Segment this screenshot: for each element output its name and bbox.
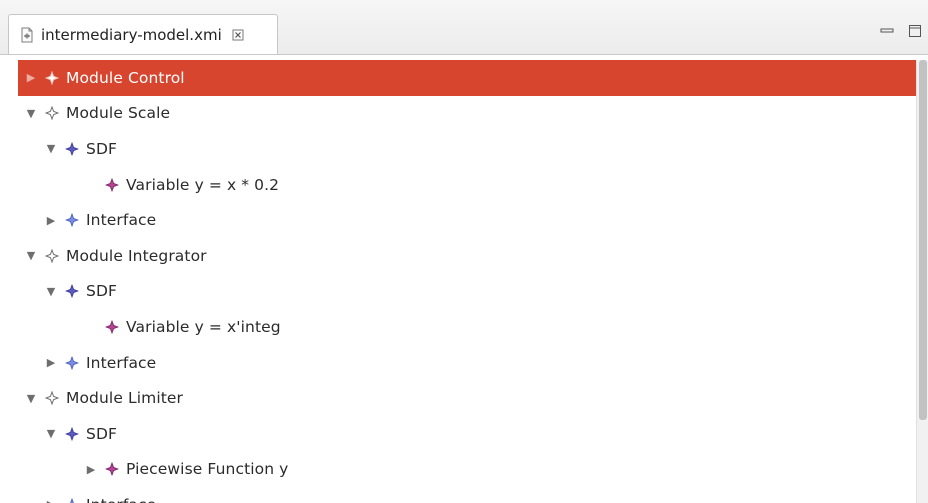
module-icon <box>44 390 60 406</box>
module-icon <box>44 105 60 121</box>
collapsed-arrow-icon[interactable]: ▶ <box>44 356 58 369</box>
sdf-icon <box>64 141 80 157</box>
expanded-arrow-icon[interactable]: ▼ <box>44 427 58 440</box>
tree-row-label: Module Scale <box>66 104 171 123</box>
tree-row-label: SDF <box>86 139 117 158</box>
expanded-arrow-icon[interactable]: ▼ <box>44 285 58 298</box>
tree-row[interactable]: ▶ Interface <box>18 487 916 503</box>
tree-row-label: Module Integrator <box>66 246 207 265</box>
tree-row-label: SDF <box>86 282 117 301</box>
expanded-arrow-icon[interactable]: ▼ <box>24 392 38 405</box>
model-tree[interactable]: ▶Module Control▼Module Scale▼SDF▶Variabl… <box>18 60 916 503</box>
interface-icon <box>64 497 80 503</box>
view-controls <box>880 24 922 38</box>
vertical-scrollbar[interactable] <box>916 60 928 503</box>
collapsed-arrow-icon[interactable]: ▶ <box>84 463 98 476</box>
tab-title: intermediary-model.xmi <box>41 25 222 44</box>
editor-window: intermediary-model.xmi ▶ Module Control … <box>0 0 928 503</box>
tree-row-label: Module Limiter <box>66 389 184 408</box>
tree-row[interactable]: ▶ Module Control <box>18 60 916 96</box>
maximize-icon[interactable] <box>908 24 922 38</box>
module-icon <box>44 248 60 264</box>
tree-row-label: Interface <box>86 353 157 372</box>
tree-row[interactable]: ▶Variable y = x'integ <box>18 309 916 345</box>
tree-row[interactable]: ▼ Module Limiter <box>18 380 916 416</box>
function-icon <box>104 461 120 477</box>
tree-row-label: Interface <box>86 211 157 230</box>
collapsed-arrow-icon[interactable]: ▶ <box>24 71 38 84</box>
tree-row[interactable]: ▶ Interface <box>18 345 916 381</box>
tree-row[interactable]: ▶ Interface <box>18 202 916 238</box>
tree-row[interactable]: ▼ Module Integrator <box>18 238 916 274</box>
interface-icon <box>64 355 80 371</box>
tree-row-label: SDF <box>86 424 117 443</box>
close-icon[interactable] <box>232 29 244 41</box>
variable-icon <box>104 177 120 193</box>
expanded-arrow-icon[interactable]: ▼ <box>24 249 38 262</box>
editor-tab-bar: intermediary-model.xmi <box>0 0 928 55</box>
variable-icon <box>104 319 120 335</box>
tree-row-label: Variable y = x'integ <box>126 317 281 336</box>
tree-row[interactable]: ▼ SDF <box>18 131 916 167</box>
module-icon <box>44 70 60 86</box>
tree-row-label: Variable y = x * 0.2 <box>126 175 280 194</box>
tree-row[interactable]: ▶ Piecewise Function y <box>18 452 916 488</box>
sdf-icon <box>64 283 80 299</box>
collapsed-arrow-icon[interactable]: ▶ <box>44 498 58 503</box>
collapsed-arrow-icon[interactable]: ▶ <box>44 214 58 227</box>
xmi-file-icon <box>19 27 35 43</box>
expanded-arrow-icon[interactable]: ▼ <box>44 142 58 155</box>
tree-row-label: Piecewise Function y <box>126 460 289 479</box>
tree-row-label: Module Control <box>66 68 185 87</box>
scrollbar-thumb[interactable] <box>919 60 927 420</box>
sdf-icon <box>64 426 80 442</box>
editor-tab[interactable]: intermediary-model.xmi <box>8 14 278 54</box>
tree-row[interactable]: ▼ SDF <box>18 416 916 452</box>
expanded-arrow-icon[interactable]: ▼ <box>24 107 38 120</box>
tree-row[interactable]: ▼ SDF <box>18 274 916 310</box>
tree-row[interactable]: ▼ Module Scale <box>18 96 916 132</box>
tree-row-label: Interface <box>86 496 156 503</box>
interface-icon <box>64 212 80 228</box>
minimize-icon[interactable] <box>880 24 894 38</box>
tree-row[interactable]: ▶Variable y = x * 0.2 <box>18 167 916 203</box>
